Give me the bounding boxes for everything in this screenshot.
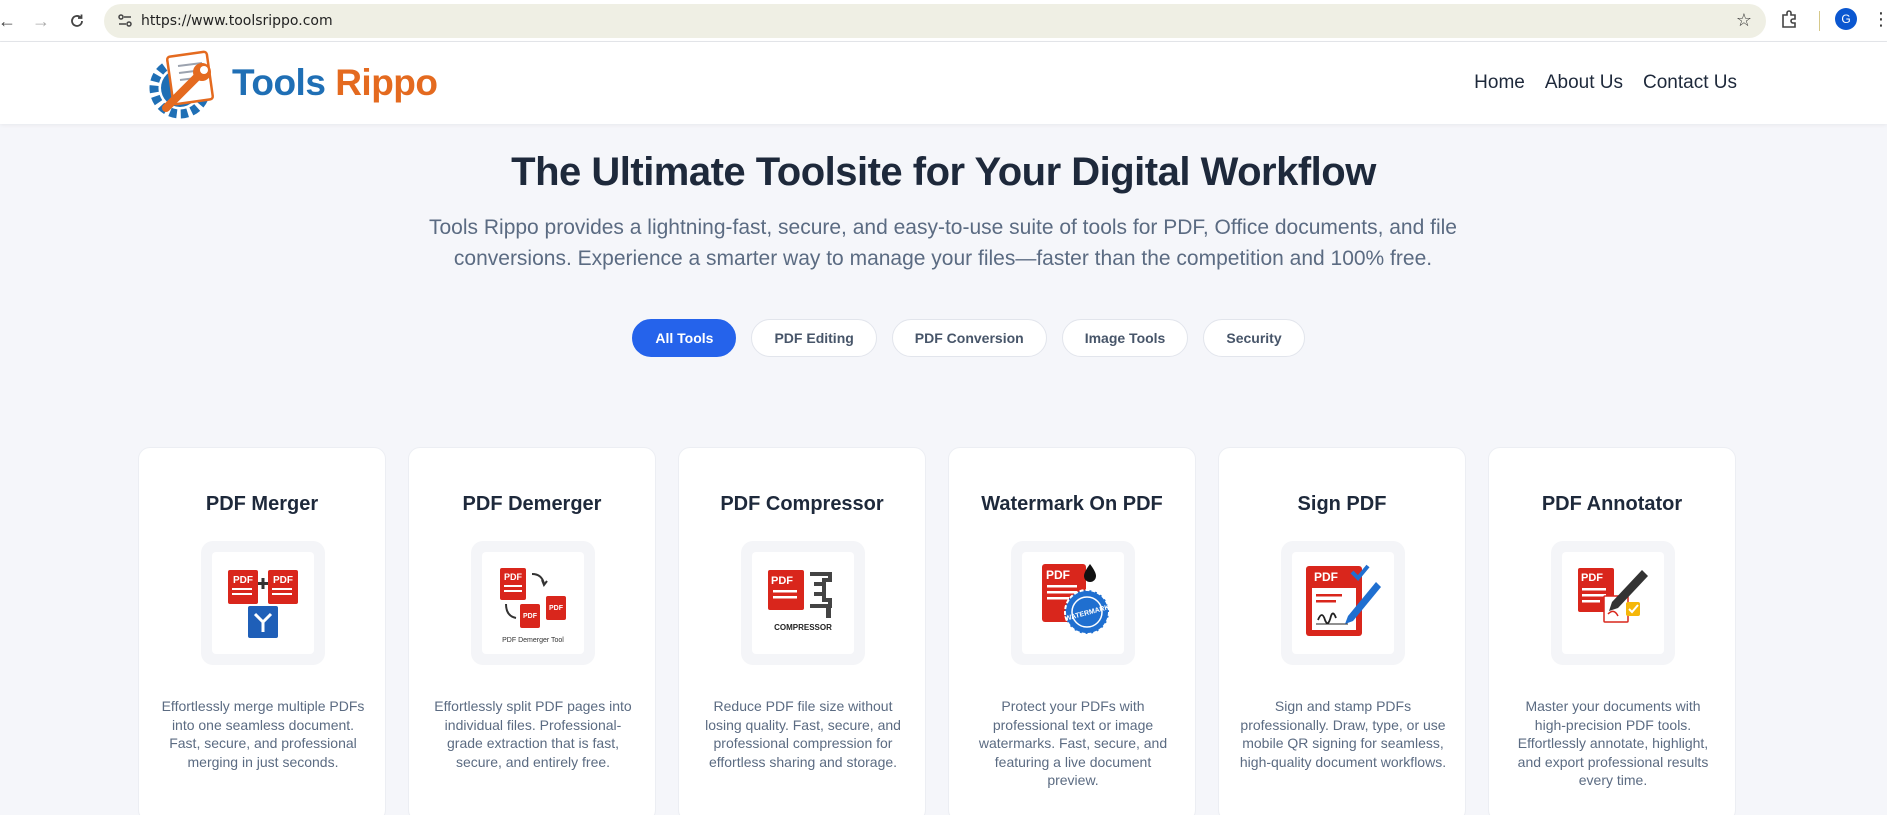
tool-card-title: Sign PDF	[1297, 493, 1387, 515]
filter-security[interactable]: Security	[1203, 319, 1305, 357]
filter-pdf-editing[interactable]: PDF Editing	[751, 319, 877, 357]
tool-card-watermark-on-pdf[interactable]: Watermark On PDF PDF WATERMARK Protect y…	[948, 447, 1196, 815]
filter-image-tools[interactable]: Image Tools	[1061, 319, 1189, 357]
pdf-label: PDF	[1046, 568, 1070, 582]
category-filter: All Tools PDF Editing PDF Conversion Ima…	[0, 319, 1887, 357]
tool-card-title: PDF Compressor	[720, 493, 884, 515]
profile-avatar[interactable]: G	[1835, 8, 1857, 30]
nav-home-link[interactable]: Home	[1474, 72, 1525, 94]
tool-card-description: Effortlessly merge multiple PDFs into on…	[161, 698, 365, 770]
tool-card-description: Effortlessly split PDF pages into indivi…	[434, 698, 632, 770]
tool-card-pdf-merger[interactable]: PDF Merger PDF PDF Effortlessly merge mu…	[138, 447, 386, 815]
filter-pdf-conversion[interactable]: PDF Conversion	[891, 319, 1047, 357]
pdf-label: PDF	[549, 605, 564, 612]
tool-card-title: PDF Demerger	[462, 493, 602, 515]
forward-arrow-icon[interactable]: →	[28, 8, 54, 34]
tool-card-description: Protect your PDFs with professional text…	[978, 698, 1168, 788]
tool-icon-frame: PDF PDF	[201, 541, 325, 665]
tool-card-pdf-demerger[interactable]: PDF Demerger PDF PDF PDF PDF Demerger To…	[408, 447, 656, 815]
pdf-label: PDF	[233, 575, 253, 586]
more-menu-icon[interactable]: ⋮	[1872, 9, 1887, 30]
pdf-watermark-icon: PDF WATERMARK	[1022, 552, 1124, 654]
icon-caption: COMPRESSOR	[774, 623, 832, 632]
pdf-label: PDF	[771, 575, 793, 587]
pdf-merge-icon: PDF PDF	[212, 552, 314, 654]
tool-icon-frame: PDF	[1551, 541, 1675, 665]
brand-name-part1: Tools	[232, 62, 326, 103]
pdf-label: PDF	[1314, 570, 1338, 584]
toolbar-divider	[1819, 11, 1820, 31]
tools-rippo-logo-icon[interactable]	[146, 48, 226, 120]
tool-card-description: Master your documents with high-precisio…	[1517, 698, 1709, 788]
url-text[interactable]: https://www.toolsrippo.com	[141, 13, 333, 29]
bookmark-star-icon[interactable]: ☆	[1736, 10, 1752, 31]
back-arrow-icon[interactable]: ←	[0, 8, 20, 34]
tool-card-pdf-compressor[interactable]: PDF Compressor PDF COMPRESSOR Reduce PDF…	[678, 447, 926, 815]
tool-icon-frame: PDF WATERMARK	[1011, 541, 1135, 665]
tool-icon-frame: PDF PDF PDF PDF Demerger Tool	[471, 541, 595, 665]
icon-caption: PDF Demerger Tool	[502, 637, 564, 644]
tool-icon-frame: PDF COMPRESSOR	[741, 541, 865, 665]
tool-icon-frame: PDF	[1281, 541, 1405, 665]
reload-icon[interactable]	[64, 8, 90, 34]
tool-card-title: Watermark On PDF	[981, 493, 1163, 515]
address-bar[interactable]: https://www.toolsrippo.com ☆	[104, 4, 1766, 38]
site-settings-icon[interactable]	[116, 12, 134, 30]
site-header: Tools Rippo Home About Us Contact Us	[0, 42, 1887, 124]
pdf-annotate-icon: PDF	[1562, 552, 1664, 654]
hero-title: The Ultimate Toolsite for Your Digital W…	[511, 150, 1376, 194]
browser-toolbar: ← → https://www.toolsrippo.com ☆ G ⋮	[0, 0, 1887, 42]
tool-card-sign-pdf[interactable]: Sign PDF PDF Sign and stamp PDFs profess…	[1218, 447, 1466, 815]
tool-card-pdf-annotator[interactable]: PDF Annotator PDF Master your documents …	[1488, 447, 1736, 815]
extensions-icon[interactable]	[1778, 8, 1804, 34]
brand-name-part2: Rippo	[335, 62, 438, 103]
pdf-label: PDF	[273, 575, 293, 586]
nav-about-link[interactable]: About Us	[1545, 72, 1623, 94]
tool-grid: PDF Merger PDF PDF Effortlessly merge mu…	[138, 447, 1736, 815]
nav-contact-link[interactable]: Contact Us	[1643, 72, 1737, 94]
main-nav: Home About Us Contact Us	[1474, 72, 1737, 94]
pdf-compress-icon: PDF COMPRESSOR	[752, 552, 854, 654]
brand-name[interactable]: Tools Rippo	[232, 62, 438, 104]
tool-card-title: PDF Annotator	[1541, 493, 1683, 515]
hero-subtitle: Tools Rippo provides a lightning-fast, s…	[429, 216, 1457, 270]
pdf-label: PDF	[1581, 572, 1603, 584]
tool-card-title: PDF Merger	[205, 493, 319, 515]
pdf-label: PDF	[504, 572, 523, 582]
filter-all-tools[interactable]: All Tools	[632, 319, 737, 357]
pdf-label: PDF	[523, 613, 538, 620]
pdf-sign-icon: PDF	[1292, 552, 1394, 654]
pdf-split-icon: PDF PDF PDF PDF Demerger Tool	[482, 552, 584, 654]
tool-card-description: Sign and stamp PDFs professionally. Draw…	[1239, 698, 1447, 770]
tool-card-description: Reduce PDF file size without losing qual…	[705, 698, 901, 770]
